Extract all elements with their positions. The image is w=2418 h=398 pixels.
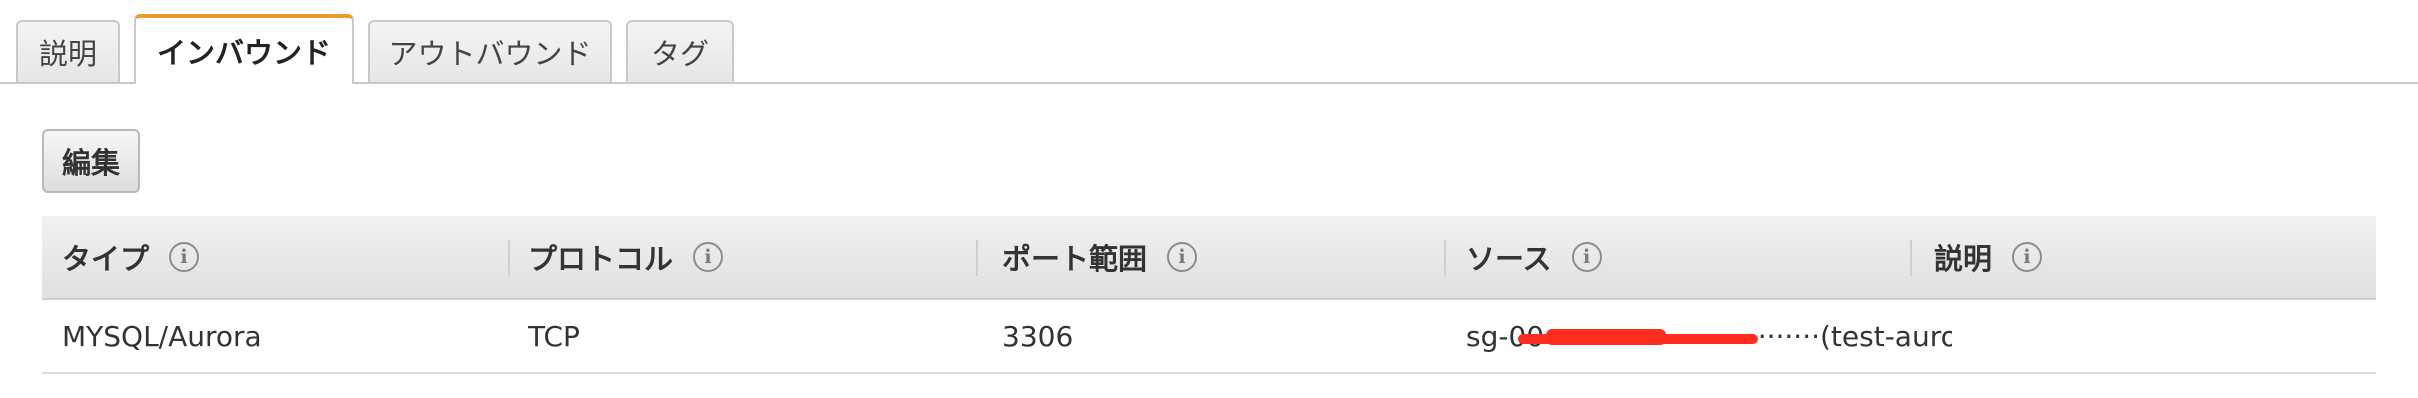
column-divider[interactable] xyxy=(976,240,978,276)
info-icon[interactable]: i xyxy=(693,242,724,272)
column-header-label: 説明 xyxy=(1934,242,1993,276)
tab-inbound[interactable]: インバウンド xyxy=(134,14,354,84)
info-icon[interactable]: i xyxy=(2012,242,2043,272)
column-header-description[interactable]: 説明 i xyxy=(1934,216,2043,298)
column-header-label: プロトコル xyxy=(528,242,674,276)
tab-bar: 説明 インバウンド アウトバウンド タグ xyxy=(0,0,2418,84)
tab-outbound[interactable]: アウトバウンド xyxy=(368,20,612,82)
cell-type: MYSQL/Aurora xyxy=(62,319,262,353)
column-divider[interactable] xyxy=(508,240,510,276)
info-icon[interactable]: i xyxy=(1167,242,1198,272)
table-row: MYSQL/Aurora TCP 3306 sg-00·············… xyxy=(42,300,2376,374)
tab-tags[interactable]: タグ xyxy=(626,20,734,82)
column-divider[interactable] xyxy=(1910,240,1912,276)
redaction-mark xyxy=(1546,329,1666,345)
column-header-port-range[interactable]: ポート範囲 i xyxy=(1002,216,1198,298)
info-icon[interactable]: i xyxy=(1571,242,1602,272)
tab-description[interactable]: 説明 xyxy=(16,20,120,82)
tab-baseline xyxy=(0,82,2418,84)
info-icon[interactable]: i xyxy=(169,242,200,272)
cell-source: sg-00·······························(tes… xyxy=(1466,300,1952,372)
column-header-label: タイプ xyxy=(62,242,150,276)
column-header-protocol[interactable]: プロトコル i xyxy=(528,216,724,298)
cell-port-range: 3306 xyxy=(1002,319,1074,353)
edit-button[interactable]: 編集 xyxy=(42,129,140,193)
column-header-label: ポート範囲 xyxy=(1002,242,1148,276)
column-header-type[interactable]: タイプ i xyxy=(62,216,200,298)
column-header-label: ソース xyxy=(1466,242,1552,276)
column-header-source[interactable]: ソース i xyxy=(1466,216,1602,298)
table-header: タイプ i プロトコル i ポート範囲 i ソース i 説明 i xyxy=(42,216,2376,300)
cell-protocol: TCP xyxy=(528,319,580,353)
inbound-rules-table: タイプ i プロトコル i ポート範囲 i ソース i 説明 i MYSQL/A… xyxy=(42,216,2376,374)
security-group-panel: 説明 インバウンド アウトバウンド タグ 編集 タイプ i プロトコル i ポー… xyxy=(0,0,2418,398)
column-divider[interactable] xyxy=(1444,240,1446,276)
